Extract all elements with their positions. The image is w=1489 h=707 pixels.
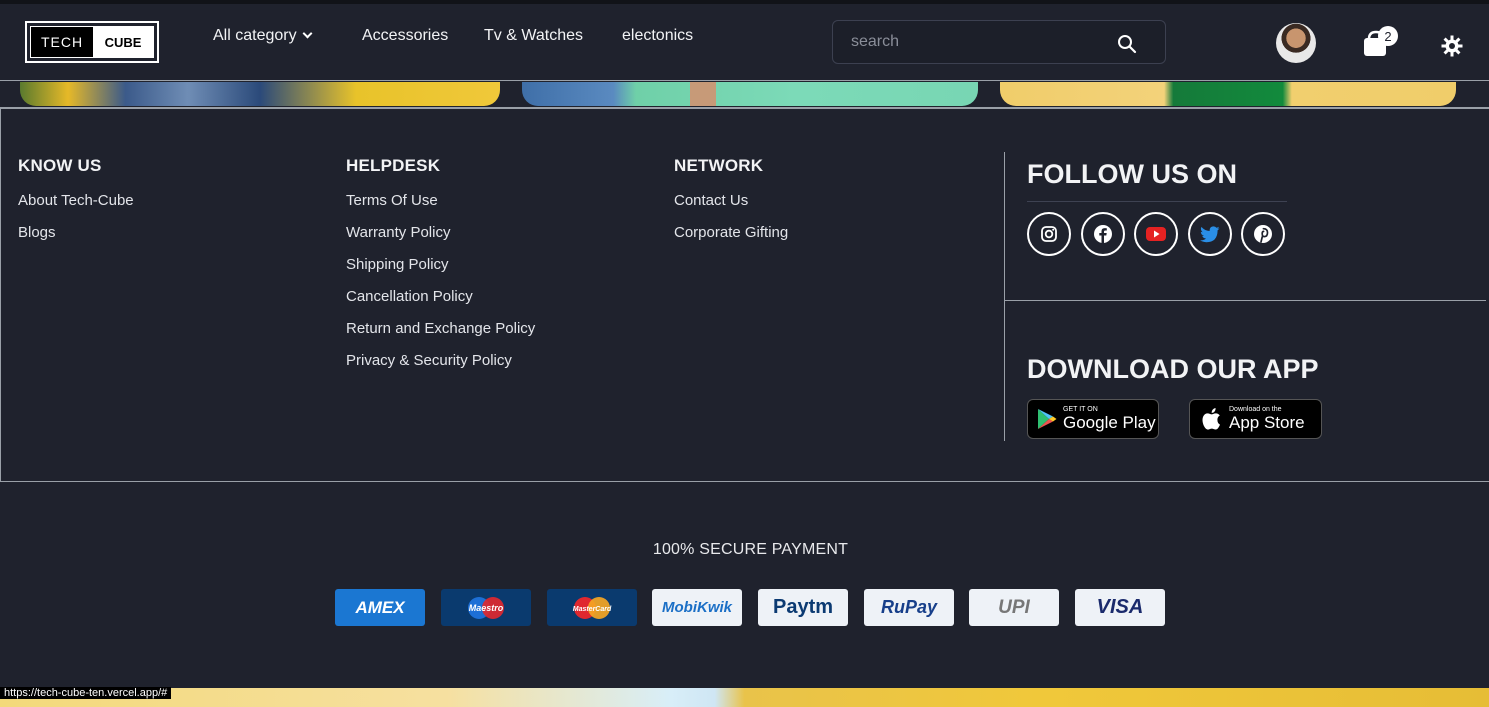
nav-tv-watches[interactable]: Tv & Watches — [484, 27, 583, 45]
amex-text: AMEX — [355, 597, 405, 617]
upi-logo: UPI — [969, 589, 1059, 626]
mobikwik-text: MobiKwik — [662, 599, 732, 616]
footer: KNOW US About Tech-Cube Blogs HELPDESK T… — [0, 107, 1489, 482]
google-play-button[interactable]: GET IT ON Google Play — [1027, 399, 1159, 439]
search-box — [832, 20, 1166, 64]
mastercard-text: MasterCard — [573, 606, 612, 613]
google-play-label: Google Play — [1063, 413, 1156, 432]
footer-helpdesk: HELPDESK Terms Of Use Warranty Policy Sh… — [346, 156, 535, 384]
download-app-title: DOWNLOAD OUR APP — [1027, 354, 1319, 384]
payment-title: 100% SECURE PAYMENT — [652, 541, 849, 558]
mastercard-logo: MasterCard — [547, 589, 637, 626]
nav-accessories[interactable]: Accessories — [362, 27, 448, 45]
link-shipping[interactable]: Shipping Policy — [346, 256, 535, 274]
maestro-text: Maestro — [469, 603, 504, 613]
visa-logo: VISA — [1075, 589, 1165, 626]
logo[interactable]: TECH CUBE — [25, 21, 159, 63]
link-privacy[interactable]: Privacy & Security Policy — [346, 352, 535, 370]
amex-logo: AMEX — [335, 589, 425, 626]
follow-underline — [1027, 201, 1287, 202]
banner-image-3[interactable] — [1000, 82, 1456, 106]
app-store-label: App Store — [1229, 413, 1305, 432]
chevron-down-icon — [302, 28, 313, 39]
helpdesk-title: HELPDESK — [346, 156, 441, 175]
bottom-banner-strip — [0, 688, 1489, 707]
nav-electonics[interactable]: electonics — [622, 27, 693, 45]
visa-text: VISA — [1096, 596, 1144, 618]
google-play-icon — [1038, 409, 1057, 429]
link-contact[interactable]: Contact Us — [674, 192, 788, 210]
link-cancellation[interactable]: Cancellation Policy — [346, 288, 535, 306]
facebook-icon[interactable] — [1081, 212, 1125, 256]
upi-text: UPI — [998, 596, 1030, 618]
maestro-logo: Maestro — [441, 589, 531, 626]
search-input[interactable] — [851, 33, 1101, 51]
nav-all-category-label: All category — [213, 27, 297, 44]
rupay-logo: RuPay — [864, 589, 954, 626]
status-url: https://tech-cube-ten.vercel.app/# — [0, 687, 172, 699]
logo-tech-text: TECH — [31, 27, 93, 57]
banner-image-1[interactable] — [20, 82, 500, 106]
banner-image-2[interactable] — [522, 82, 978, 106]
youtube-icon[interactable] — [1134, 212, 1178, 256]
avatar[interactable] — [1276, 23, 1316, 63]
link-corporate-gifting[interactable]: Corporate Gifting — [674, 224, 788, 242]
navbar: TECH CUBE All category Accessories Tv & … — [0, 4, 1489, 81]
instagram-icon[interactable] — [1027, 212, 1071, 256]
link-blogs[interactable]: Blogs — [18, 224, 134, 242]
logo-cube-text: CUBE — [93, 27, 153, 57]
app-store-button[interactable]: Download on the App Store — [1189, 399, 1322, 439]
know-us-title: KNOW US — [18, 156, 102, 175]
mobikwik-logo: MobiKwik — [652, 589, 742, 626]
twitter-icon[interactable] — [1188, 212, 1232, 256]
search-icon[interactable] — [1117, 34, 1137, 54]
follow-title: FOLLOW US ON — [1027, 159, 1237, 189]
network-title: NETWORK — [674, 156, 764, 175]
footer-divider-horizontal — [1005, 300, 1486, 301]
banner-strip — [0, 82, 1489, 107]
nav-all-category[interactable]: All category — [213, 27, 313, 45]
paytm-text: Paytm — [772, 596, 834, 618]
apple-icon — [1202, 408, 1220, 430]
pinterest-icon[interactable] — [1241, 212, 1285, 256]
link-terms[interactable]: Terms Of Use — [346, 192, 535, 210]
rupay-text: RuPay — [880, 597, 938, 617]
footer-divider-vertical — [1004, 152, 1005, 441]
paytm-logo: Paytm — [758, 589, 848, 626]
link-about[interactable]: About Tech-Cube — [18, 192, 134, 210]
link-warranty[interactable]: Warranty Policy — [346, 224, 535, 242]
maestro-circles: Maestro — [468, 596, 504, 619]
settings-gear-icon[interactable] — [1441, 35, 1463, 57]
mastercard-circles: MasterCard — [573, 596, 612, 619]
link-return-exchange[interactable]: Return and Exchange Policy — [346, 320, 535, 338]
footer-know-us: KNOW US About Tech-Cube Blogs — [18, 156, 134, 256]
footer-network: NETWORK Contact Us Corporate Gifting — [674, 156, 788, 256]
cart-count-badge: 2 — [1378, 26, 1398, 46]
